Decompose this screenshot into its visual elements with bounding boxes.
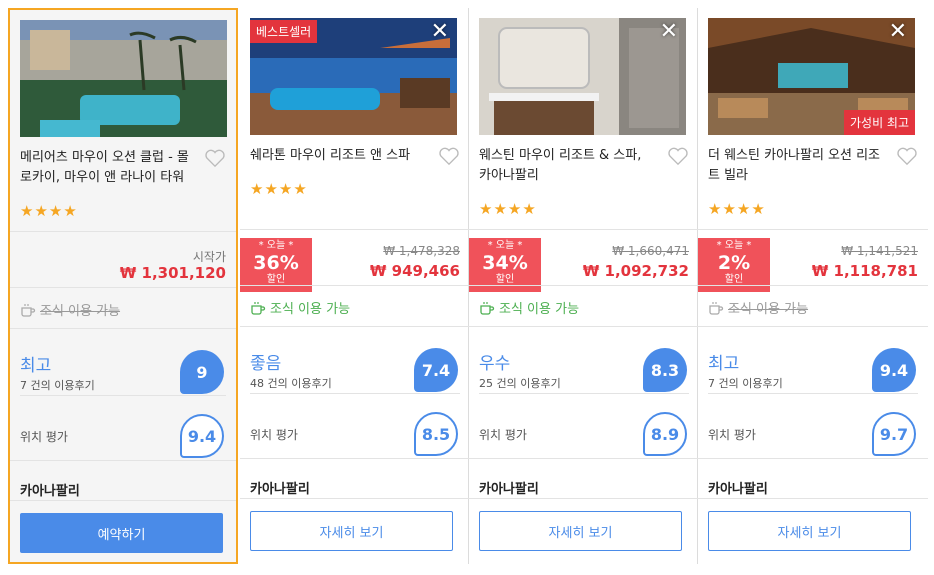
close-icon[interactable]: ✕: [889, 20, 907, 44]
area-name: 카아나팔리: [250, 482, 310, 497]
heart-icon[interactable]: [438, 146, 460, 166]
price: ₩ 1,118,781: [811, 262, 918, 280]
price-block: 시작가 ₩ 1,301,120: [10, 236, 236, 294]
review-score: 9: [180, 350, 224, 394]
location-score: 9.7: [872, 412, 916, 456]
breakfast-label: 조식 이용 가능: [728, 302, 809, 317]
deal-today: * 오늘 *: [716, 240, 752, 251]
coffee-cup-icon: [709, 301, 724, 315]
breakfast-status: 조식 이용 가능: [708, 298, 808, 317]
view-details-button[interactable]: 자세히 보기: [708, 511, 911, 551]
deal-today: * 오늘 *: [258, 240, 294, 251]
rating-word: 최고: [708, 354, 740, 374]
star-rating: ★★★★: [708, 200, 766, 218]
review-score: 7.4: [414, 348, 458, 392]
location-score: 8.5: [414, 412, 458, 456]
bestseller-badge: 베스트셀러: [250, 20, 318, 43]
hotel-name[interactable]: 더 웨스틴 카아나팔리 오션 리조트 빌라: [708, 146, 886, 186]
coffee-cup-icon: [21, 303, 36, 317]
close-icon[interactable]: ✕: [431, 20, 449, 44]
location-score: 9.4: [180, 414, 224, 458]
hotel-card-4[interactable]: 가성비 최고 ✕ 더 웨스틴 카아나팔리 오션 리조트 빌라 ★★★★ * 오늘…: [698, 8, 928, 564]
review-score: 8.3: [643, 348, 687, 392]
hotel-card-3[interactable]: ✕ 웨스틴 마우이 리조트 & 스파, 카아나팔리 ★★★★ * 오늘 * 34…: [469, 8, 699, 564]
breakfast-status: 조식 이용 가능: [479, 298, 579, 317]
review-count[interactable]: 25 건의 이용후기: [479, 375, 561, 391]
price-block: * 오늘 * 34% 할인 ₩ 1,660,471 ₩ 1,092,732: [469, 234, 699, 292]
deal-percent: 2%: [717, 252, 751, 274]
view-details-button[interactable]: 자세히 보기: [250, 511, 453, 551]
deal-percent: 36%: [253, 252, 299, 274]
hotel-photo[interactable]: 가성비 최고 ✕: [708, 18, 915, 135]
close-icon[interactable]: ✕: [660, 20, 678, 44]
breakfast-label: 조식 이용 가능: [499, 302, 580, 317]
location-label: 위치 평가: [20, 430, 68, 444]
deal-percent: 34%: [482, 252, 528, 274]
price: ₩ 949,466: [369, 262, 460, 280]
star-rating: ★★★★: [250, 180, 308, 198]
review-score: 9.4: [872, 348, 916, 392]
review-count[interactable]: 7 건의 이용후기: [20, 377, 95, 393]
deal-badge: * 오늘 * 36% 할인: [240, 238, 312, 292]
coffee-cup-icon: [480, 301, 495, 315]
location-score: 8.9: [643, 412, 687, 456]
location-label: 위치 평가: [250, 428, 298, 442]
area-name: 카아나팔리: [479, 482, 539, 497]
deal-badge: * 오늘 * 34% 할인: [469, 238, 541, 292]
hotel-photo[interactable]: 베스트셀러 ✕: [250, 18, 457, 135]
heart-icon[interactable]: [667, 146, 689, 166]
deal-today: * 오늘 *: [487, 240, 523, 251]
best-value-badge: 가성비 최고: [843, 110, 915, 135]
rating-word: 우수: [479, 354, 511, 374]
deal-badge: * 오늘 * 2% 할인: [698, 238, 770, 292]
price-from-label: 시작가: [192, 250, 226, 264]
location-label: 위치 평가: [708, 428, 756, 442]
hotel-card-2[interactable]: 베스트셀러 ✕ 쉐라톤 마우이 리조트 앤 스파 ★★★★ * 오늘 * 36%…: [240, 8, 470, 564]
star-rating: ★★★★: [479, 200, 537, 218]
rating-word: 좋음: [250, 354, 282, 374]
price-block: * 오늘 * 36% 할인 ₩ 1,478,328 ₩ 949,466: [240, 234, 470, 292]
coffee-cup-icon: [251, 301, 266, 315]
review-count[interactable]: 48 건의 이용후기: [250, 375, 332, 391]
heart-icon[interactable]: [204, 148, 226, 168]
hotel-photo[interactable]: [20, 20, 227, 137]
review-count[interactable]: 7 건의 이용후기: [708, 375, 783, 391]
price-block: * 오늘 * 2% 할인 ₩ 1,141,521 ₩ 1,118,781: [698, 234, 928, 292]
area-name: 카아나팔리: [708, 482, 768, 497]
area-name: 카아나팔리: [20, 484, 80, 499]
breakfast-status: 조식 이용 가능: [20, 300, 120, 319]
hotel-photo[interactable]: ✕: [479, 18, 686, 135]
original-price: ₩ 1,660,471: [612, 244, 689, 258]
price: ₩ 1,092,732: [582, 262, 689, 280]
original-price: ₩ 1,478,328: [383, 244, 460, 258]
location-label: 위치 평가: [479, 428, 527, 442]
hotel-card-1[interactable]: 메리어츠 마우이 오션 클럽 - 몰로카이, 마우이 앤 라나이 타워 ★★★★…: [8, 8, 238, 564]
star-rating: ★★★★: [20, 202, 78, 220]
hotel-name[interactable]: 메리어츠 마우이 오션 클럽 - 몰로카이, 마우이 앤 라나이 타워: [20, 148, 198, 188]
original-price: ₩ 1,141,521: [841, 244, 918, 258]
breakfast-status: 조식 이용 가능: [250, 298, 350, 317]
hotel-name[interactable]: 쉐라톤 마우이 리조트 앤 스파: [250, 146, 428, 166]
view-details-button[interactable]: 자세히 보기: [479, 511, 682, 551]
book-button[interactable]: 예약하기: [20, 513, 223, 553]
breakfast-label: 조식 이용 가능: [270, 302, 351, 317]
heart-icon[interactable]: [896, 146, 918, 166]
price: ₩ 1,301,120: [119, 264, 226, 282]
hotel-name[interactable]: 웨스틴 마우이 리조트 & 스파, 카아나팔리: [479, 146, 657, 186]
rating-word: 최고: [20, 356, 52, 376]
breakfast-label: 조식 이용 가능: [40, 304, 121, 319]
